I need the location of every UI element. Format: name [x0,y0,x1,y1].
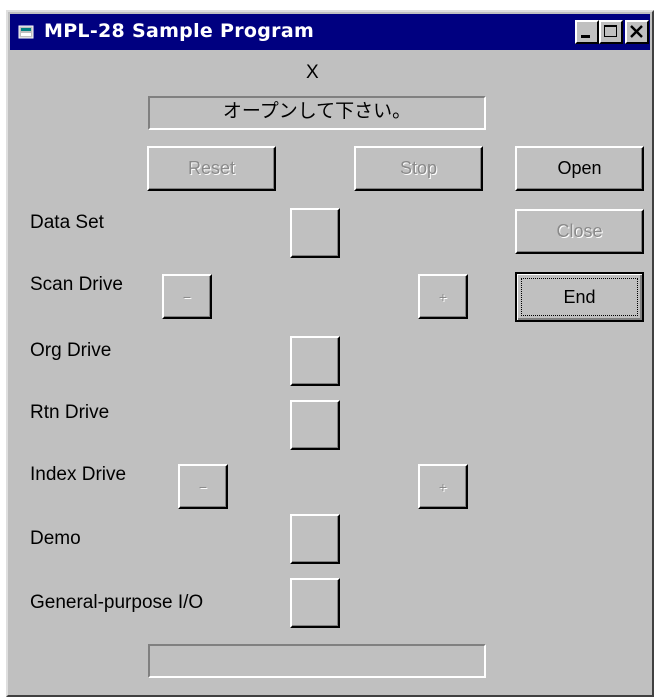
stop-button[interactable]: Stop [354,146,483,191]
bottom-status-field [148,644,486,678]
main-window: MPL-28 Sample Program X オープンして下さい。 Reset… [6,10,654,697]
close-button[interactable]: Close [515,209,644,254]
close-icon [630,25,643,38]
reset-button[interactable]: Reset [147,146,276,191]
app-icon [18,25,34,39]
index-drive-plus-button[interactable]: + [418,464,468,509]
scan-drive-plus-button[interactable]: + [418,274,468,319]
rtn-drive-label: Rtn Drive [30,402,110,423]
data-set-label: Data Set [30,212,104,233]
minimize-icon [581,35,590,38]
org-drive-label: Org Drive [30,340,112,361]
demo-label: Demo [30,528,81,549]
close-window-button[interactable] [625,20,649,44]
open-button[interactable]: Open [515,146,644,191]
maximize-icon [604,25,617,37]
general-purpose-io-label: General-purpose I/O [30,592,204,613]
end-button[interactable]: End [515,272,644,322]
rtn-drive-button[interactable] [290,400,340,450]
index-drive-minus-button[interactable]: − [178,464,228,509]
general-purpose-io-button[interactable] [290,578,340,628]
org-drive-button[interactable] [290,336,340,386]
data-set-button[interactable] [290,208,340,258]
demo-button[interactable] [290,514,340,564]
scan-drive-label: Scan Drive [30,274,123,295]
index-drive-label: Index Drive [30,464,127,485]
scan-drive-minus-button[interactable]: − [162,274,212,319]
minimize-button[interactable] [575,20,599,44]
axis-indicator: X [306,62,319,83]
title-bar[interactable]: MPL-28 Sample Program [10,14,650,50]
status-message-field: オープンして下さい。 [148,96,486,130]
maximize-button[interactable] [599,20,623,44]
window-title: MPL-28 Sample Program [44,20,315,42]
